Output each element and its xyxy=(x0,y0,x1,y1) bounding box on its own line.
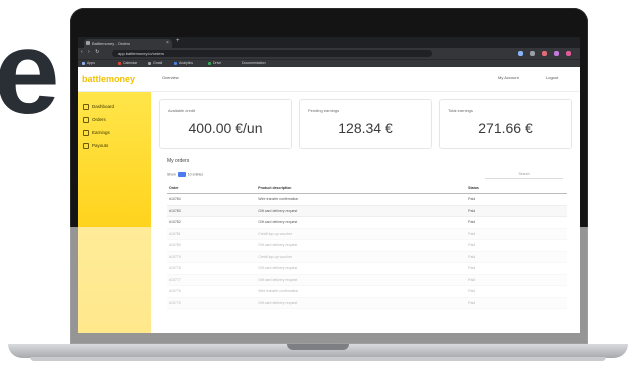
table-cell: Gift card delivery request xyxy=(256,274,467,286)
card-title: Total earnings xyxy=(448,108,473,113)
table-cell: Gift card delivery request xyxy=(256,205,467,217)
url-field[interactable]: app.battlemoney.io/orders xyxy=(112,50,432,57)
table-cell: Gift card delivery request xyxy=(256,239,467,252)
table-row[interactable]: #10777 Gift card delivery request Paid xyxy=(167,274,567,286)
table-cell: Paid xyxy=(466,251,567,263)
table-cell: #10784 xyxy=(167,193,257,206)
table-cell: #10781 xyxy=(167,228,257,240)
stat-card: Available credit 400.00 €/un xyxy=(159,99,292,149)
laptop-screen: Battlemoney - Orders × + ‹ › ↻ app.battl… xyxy=(78,37,580,333)
table-row[interactable]: #10784 Wire transfer confirmation Paid xyxy=(167,193,567,206)
table-cell: Paid xyxy=(466,193,567,206)
table-cell: Gift card delivery request xyxy=(256,262,467,275)
table-cell: #10782 xyxy=(167,216,257,229)
dashboard-icon xyxy=(83,103,89,110)
orders-table: Order Product description Status #10784 W… xyxy=(167,183,567,309)
table-row[interactable]: #10783 Gift card delivery request Paid xyxy=(167,205,567,217)
logout-link[interactable]: Logout xyxy=(546,75,558,80)
bookmark[interactable]: Documentation xyxy=(242,61,266,66)
table-row[interactable]: #10780 Gift card delivery request Paid xyxy=(167,239,567,252)
table-cell: Credit top-up voucher xyxy=(256,251,467,263)
top-nav-item[interactable]: Overview xyxy=(162,75,179,80)
address-bar: ‹ › ↻ app.battlemoney.io/orders xyxy=(78,48,580,59)
browser-tab-bar: Battlemoney - Orders × + xyxy=(78,37,580,48)
laptop-foot xyxy=(30,357,606,361)
card-value: 400.00 €/un xyxy=(188,120,263,136)
sidebar: Dashboard Orders Earnings Payouts xyxy=(78,92,151,333)
payouts-icon xyxy=(83,142,89,149)
sidebar-item-dashboard[interactable]: Dashboard xyxy=(83,102,114,111)
table-cell: Wire transfer confirmation xyxy=(256,285,467,298)
column-header[interactable]: Status xyxy=(466,183,567,194)
table-row[interactable]: #10776 Wire transfer confirmation Paid xyxy=(167,285,567,298)
table-row[interactable]: #10775 Gift card delivery request Paid xyxy=(167,297,567,309)
page-length-select[interactable] xyxy=(177,172,186,177)
sidebar-item-orders[interactable]: Orders xyxy=(83,115,106,124)
bookmark[interactable]: Drive xyxy=(208,61,221,66)
table-row[interactable]: #10779 Credit top-up voucher Paid xyxy=(167,251,567,263)
account-link[interactable]: My Account xyxy=(498,75,519,80)
bookmark[interactable]: Calendar xyxy=(118,61,137,66)
column-header[interactable]: Product description xyxy=(256,183,467,194)
menu-icon[interactable] xyxy=(566,51,571,56)
favicon-icon xyxy=(86,41,90,45)
main-content: Available credit 400.00 €/un Pending ear… xyxy=(151,92,580,333)
app-header: battlemoney Overview My Account Logout xyxy=(78,67,580,92)
brand-logo[interactable]: battlemoney xyxy=(82,73,152,85)
card-title: Pending earnings xyxy=(308,108,340,113)
column-header[interactable]: Order xyxy=(167,183,257,194)
table-cell: Paid xyxy=(466,205,567,217)
table-cell: Paid xyxy=(466,274,567,286)
table-cell: Paid xyxy=(466,297,567,309)
laptop-model-label: MacBook Pro xyxy=(305,336,330,341)
table-cell: Credit top-up voucher xyxy=(256,228,467,240)
table-cell: Paid xyxy=(466,262,567,275)
new-tab-icon[interactable]: + xyxy=(176,38,180,44)
stat-card: Pending earnings 128.34 € xyxy=(299,99,432,149)
table-cell: Gift card delivery request xyxy=(256,216,467,229)
profile-icon[interactable] xyxy=(554,51,559,56)
extension-icon[interactable] xyxy=(542,51,547,56)
bookmark[interactable]: Analytics xyxy=(174,61,193,66)
table-cell: Gift card delivery request xyxy=(256,297,467,309)
table-cell: #10776 xyxy=(167,285,257,298)
sidebar-item-payouts[interactable]: Payouts xyxy=(83,141,108,150)
card-title: Available credit xyxy=(168,108,196,113)
stat-card: Total earnings 271.66 € xyxy=(439,99,572,149)
card-value: 271.66 € xyxy=(478,120,533,136)
table-cell: Wire transfer confirmation xyxy=(256,193,467,206)
laptop-notch xyxy=(287,344,349,350)
tab-title: Battlemoney - Orders xyxy=(92,41,131,46)
bookmark[interactable]: Gmail xyxy=(148,61,162,66)
search-input[interactable]: Search xyxy=(485,171,563,179)
hero-letter: e xyxy=(0,7,60,139)
table-cell: #10775 xyxy=(167,297,257,309)
table-header-row: Order Product description Status xyxy=(167,183,567,194)
table-cell: Paid xyxy=(466,216,567,229)
sidebar-item-earnings[interactable]: Earnings xyxy=(83,128,110,137)
bookmark[interactable]: Apps xyxy=(82,61,95,66)
extension-icon[interactable] xyxy=(530,51,535,56)
earnings-icon xyxy=(83,129,89,136)
table-cell: #10777 xyxy=(167,274,257,286)
table-cell: Paid xyxy=(466,239,567,252)
browser-tab[interactable]: Battlemoney - Orders × xyxy=(84,39,172,48)
table-cell: #10780 xyxy=(167,239,257,252)
bookmarks-bar: Apps Calendar Gmail Analytics Drive Docu… xyxy=(78,59,580,67)
table-cell: Paid xyxy=(466,228,567,240)
navigation-icons[interactable]: ‹ › ↻ xyxy=(81,49,101,55)
table-row[interactable]: #10778 Gift card delivery request Paid xyxy=(167,262,567,275)
table-cell: #10779 xyxy=(167,251,257,263)
table-cell: Paid xyxy=(466,285,567,298)
page-length-control: Show 10 entries xyxy=(167,172,204,177)
section-title: My orders xyxy=(167,158,190,164)
card-value: 128.34 € xyxy=(338,120,393,136)
table-row[interactable]: #10781 Credit top-up voucher Paid xyxy=(167,228,567,240)
extension-icon[interactable] xyxy=(518,51,523,56)
close-tab-icon[interactable]: × xyxy=(166,39,169,48)
table-row[interactable]: #10782 Gift card delivery request Paid xyxy=(167,216,567,229)
orders-icon xyxy=(83,116,89,123)
table-cell: #10783 xyxy=(167,205,257,217)
table-cell: #10778 xyxy=(167,262,257,275)
